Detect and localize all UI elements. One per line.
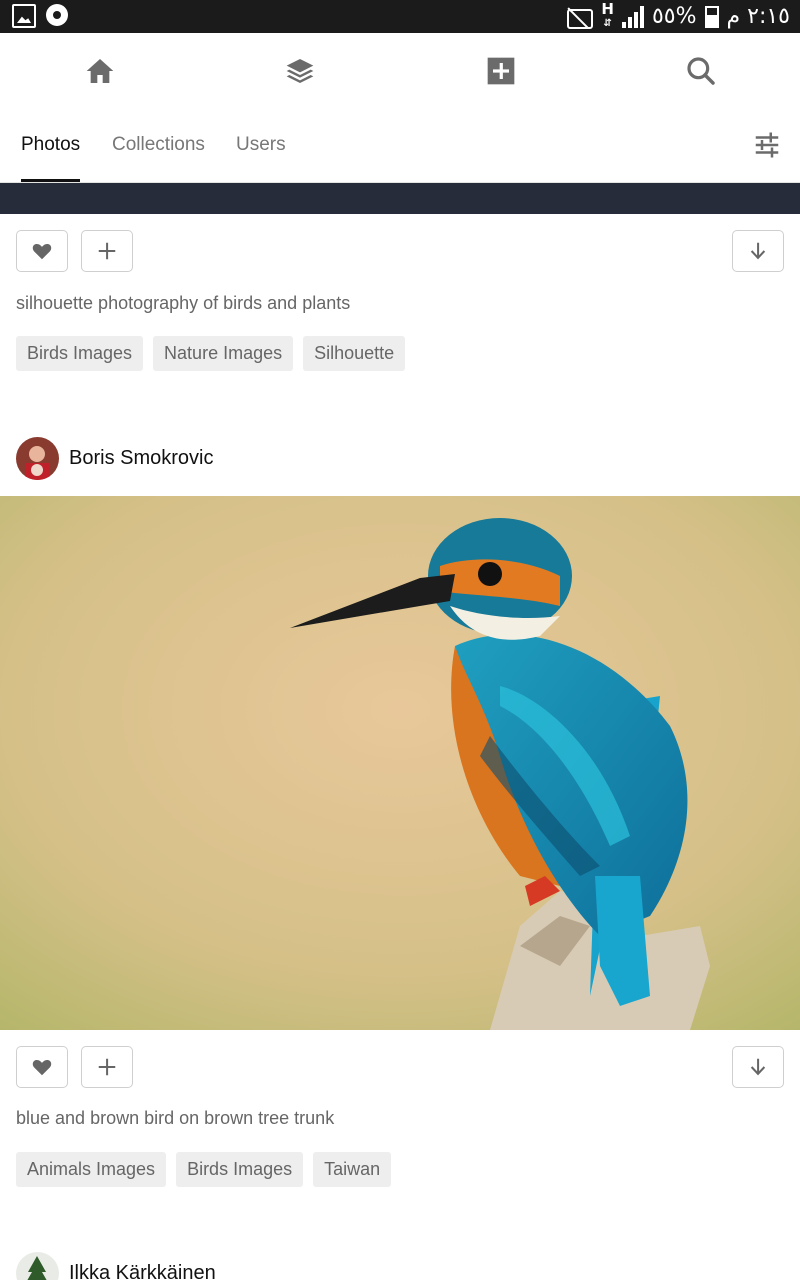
search-icon (687, 57, 715, 85)
tag-chip[interactable]: Birds Images (176, 1152, 304, 1187)
download-arrow-icon (750, 1058, 766, 1076)
avatar[interactable] (16, 1252, 59, 1280)
tab-collections[interactable]: Collections (112, 134, 205, 156)
tab-photos[interactable]: Photos (21, 134, 80, 156)
tag-chip[interactable]: Birds Images (16, 336, 144, 371)
mute-icon (563, 6, 594, 29)
photo-description: blue and brown bird on brown tree trunk (16, 1108, 335, 1128)
add-to-collection-button[interactable] (81, 230, 133, 272)
tab-bar: Photos Collections Users (0, 108, 800, 183)
heart-icon (32, 1059, 52, 1076)
photo-silhouette-birds[interactable] (0, 183, 800, 214)
home-icon (86, 59, 114, 83)
add-button[interactable] (481, 51, 521, 91)
author-name[interactable]: Boris Smokrovic (69, 447, 213, 470)
battery-icon (704, 5, 719, 28)
like-button[interactable] (16, 1046, 68, 1088)
tag-list: Animals Images Birds Images Taiwan (16, 1152, 392, 1187)
tag-chip[interactable]: Nature Images (153, 336, 294, 371)
author-name[interactable]: Ilkka Kärkkäinen (69, 1262, 216, 1280)
plus-icon (98, 242, 116, 260)
filter-button[interactable] (752, 130, 782, 160)
search-button[interactable] (681, 51, 721, 91)
add-box-icon (487, 57, 515, 85)
sync-notification-icon (46, 4, 68, 26)
gallery-notification-icon (12, 4, 36, 28)
photo-kingfisher[interactable] (0, 496, 800, 1030)
home-button[interactable] (80, 51, 120, 91)
avatar[interactable] (16, 437, 59, 480)
tag-chip[interactable]: Silhouette (303, 336, 406, 371)
heart-icon (32, 243, 52, 260)
clock: ٢:١٥ م (726, 4, 791, 29)
plus-icon (98, 1058, 116, 1076)
like-button[interactable] (16, 230, 68, 272)
post1-actions (0, 230, 800, 274)
post3-author[interactable]: Ilkka Kärkkäinen (16, 1252, 216, 1280)
tag-chip[interactable]: Taiwan (313, 1152, 392, 1187)
collections-button[interactable] (280, 51, 320, 91)
tag-chip[interactable]: Animals Images (16, 1152, 167, 1187)
post2-author[interactable]: Boris Smokrovic (16, 437, 213, 480)
top-nav (0, 33, 800, 108)
battery-percent: ٥٥% (651, 4, 697, 29)
download-button[interactable] (732, 1046, 784, 1088)
photo-description: silhouette photography of birds and plan… (16, 293, 351, 313)
status-bar: H ⇵ ٥٥% ٢:١٥ م (0, 0, 800, 33)
signal-icon (621, 5, 644, 28)
network-type: H ⇵ (601, 0, 614, 30)
download-button[interactable] (732, 230, 784, 272)
tab-users[interactable]: Users (236, 134, 286, 156)
tune-icon (755, 132, 779, 158)
post2-actions (0, 1046, 800, 1090)
active-tab-indicator (21, 179, 80, 182)
tag-list: Birds Images Nature Images Silhouette (16, 336, 406, 371)
add-to-collection-button[interactable] (81, 1046, 133, 1088)
layers-icon (286, 59, 314, 83)
download-arrow-icon (750, 242, 766, 260)
